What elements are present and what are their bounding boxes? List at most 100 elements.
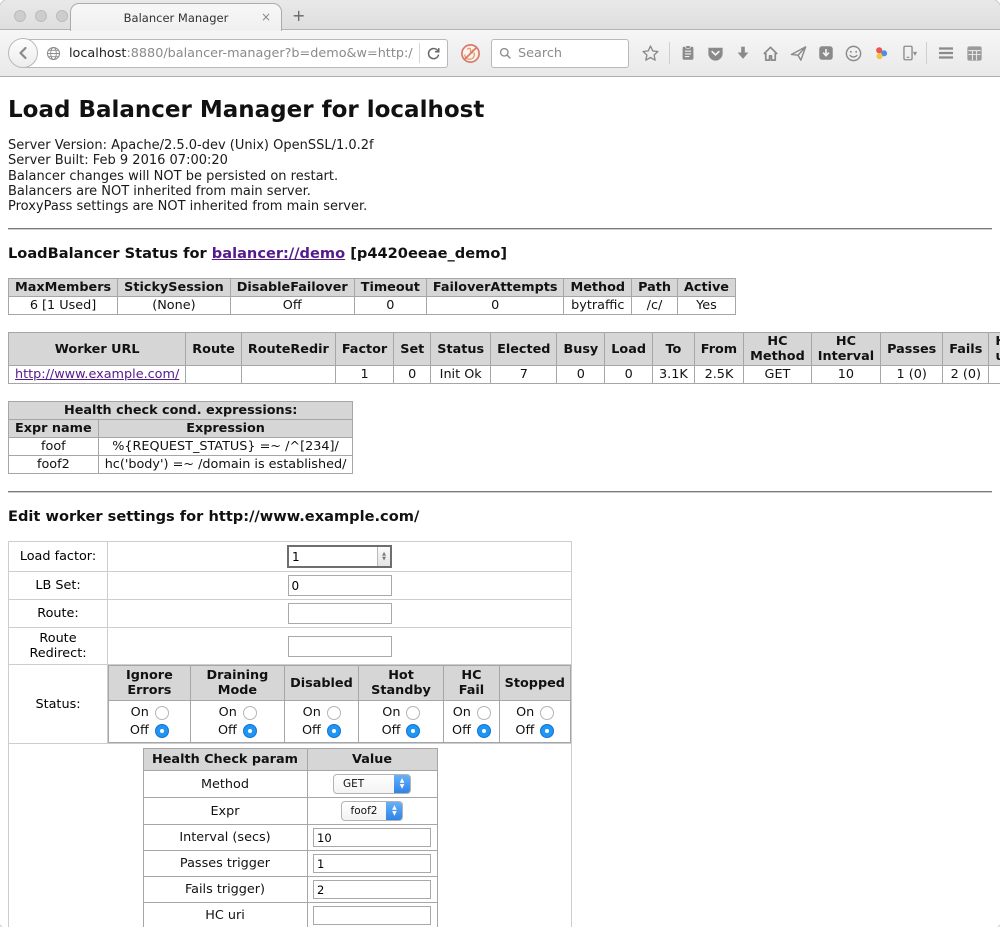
panel-download-button[interactable] [817,44,835,62]
downloads-button[interactable] [734,44,752,62]
expr-row: foof %{REQUEST_STATUS} =~ /^[234]/ [9,438,353,456]
bookmarks-menu-button[interactable] [679,44,697,62]
health-check-expressions-table: Health check cond. expressions: Expr nam… [8,401,353,474]
server-built-line: Server Built: Feb 9 2016 07:00:20 [8,153,992,168]
hot-standby-off-radio[interactable] [406,724,420,738]
column-header: Set [394,333,431,366]
column-header: Status [431,333,491,366]
cell-load: 0 [605,366,653,384]
hc-fails-input[interactable] [313,880,431,899]
home-button[interactable] [761,44,780,63]
column-header: Fails [943,333,989,366]
lb-set-input[interactable] [288,575,392,596]
window-controls [14,10,68,22]
worker-url-link[interactable]: http://www.example.com/ [15,367,179,382]
hc-method-value: GET [334,778,394,790]
pocket-button[interactable] [706,44,725,63]
search-input[interactable]: Search [491,39,629,68]
select-stepper-icon: ▲▼ [386,802,402,820]
tab-balancer-manager[interactable]: Balancer Manager × [70,3,282,31]
off-label: Off [218,723,237,738]
hc-interval-input[interactable] [313,828,431,847]
column-header: Passes [881,333,943,366]
window-close-button[interactable] [14,10,26,22]
toolbar-divider [669,42,670,64]
hc-uri-input[interactable] [313,906,431,925]
status-column-header: Stopped [499,666,570,701]
hot-standby-on-radio[interactable] [406,706,420,720]
route-input[interactable] [288,603,392,624]
stopped-on-radio[interactable] [540,706,554,720]
hc-fail-on-radio[interactable] [477,706,491,720]
ignore-errors-on-radio[interactable] [155,706,169,720]
adblock-button[interactable] [460,43,481,64]
ignore-errors-off-radio[interactable] [155,724,169,738]
hc-method-select[interactable]: GET▲▼ [333,774,411,794]
block-icon [460,43,481,64]
hc-row-expr: Expr foof2▲▼ [143,798,437,825]
load-factor-field[interactable]: ▲▼ [287,545,392,568]
column-header: Expr name [9,420,99,438]
column-header: Factor [335,333,393,366]
menu-button[interactable] [936,43,956,63]
new-tab-button[interactable]: + [292,6,305,25]
status-column-header: Disabled [285,666,359,701]
hc-expr-select[interactable]: foof2▲▼ [341,801,404,821]
status-column-header: Ignore Errors [109,666,191,701]
urlbar-divider [419,43,420,63]
back-button[interactable] [8,38,38,68]
bookmark-star-button[interactable] [641,44,660,63]
route-redirect-input[interactable] [288,636,392,657]
tab-close-icon[interactable]: × [261,10,271,24]
column-header: HC Method [744,333,812,366]
status-column-header: Hot Standby [358,666,444,701]
extension-dots-button[interactable] [872,44,890,62]
stopped-off-radio[interactable] [540,724,554,738]
cell-expression: hc('body') =~ /domain is established/ [98,456,353,474]
column-header: Elected [491,333,557,366]
form-row-status: Status: Ignore Errors Draining Mode Disa… [9,665,572,744]
cell-from: 2.5K [694,366,743,384]
on-label: On [303,705,321,720]
hc-passes-label: Passes trigger [143,851,307,877]
hc-fail-off-radio[interactable] [477,724,491,738]
draining-mode-on-radio[interactable] [243,706,257,720]
draining-mode-off-radio[interactable] [243,724,257,738]
window-minimize-button[interactable] [35,10,47,22]
url-bar[interactable]: localhost:8880/balancer-manager?b=demo&w… [23,39,448,68]
status-column-header: HC Fail [444,666,499,701]
disabled-off-radio[interactable] [327,724,341,738]
persist-note-line: Balancer changes will NOT be persisted o… [8,169,992,184]
tile-tabs-button[interactable] [965,44,984,63]
column-header: Method [564,279,632,297]
load-factor-label: Load factor: [9,542,108,572]
send-tab-button[interactable] [789,44,808,63]
select-stepper-icon: ▲▼ [394,775,410,793]
balancer-demo-link[interactable]: balancer://demo [212,245,345,262]
search-placeholder: Search [518,46,562,61]
table-title-row: Health check cond. expressions: [9,402,353,420]
device-sync-button[interactable]: ▾ [899,44,917,62]
column-header: RouteRedir [241,333,335,366]
cell-fails: 2 (0) [943,366,989,384]
number-spinner-icon[interactable]: ▲▼ [377,547,390,566]
hc-passes-input[interactable] [313,854,431,873]
load-factor-input[interactable] [289,547,377,566]
feedback-button[interactable] [844,44,863,63]
off-label: Off [382,723,401,738]
cell-expr-name: foof [9,438,99,456]
disabled-on-radio[interactable] [327,706,341,720]
window-zoom-button[interactable] [56,10,68,22]
reload-button[interactable] [426,46,441,61]
on-label: On [382,705,400,720]
hc-row-method: Method GET▲▼ [143,771,437,798]
hc-fails-label: Fails trigger) [143,877,307,903]
download-arrow-icon [734,44,752,62]
form-row-route: Route: [9,600,572,628]
divider [8,491,992,493]
cell-route [186,366,242,384]
toolbar-divider [926,42,927,64]
column-header: From [694,333,743,366]
cell-hc-method: GET [744,366,812,384]
form-row-lb-set: LB Set: [9,572,572,600]
